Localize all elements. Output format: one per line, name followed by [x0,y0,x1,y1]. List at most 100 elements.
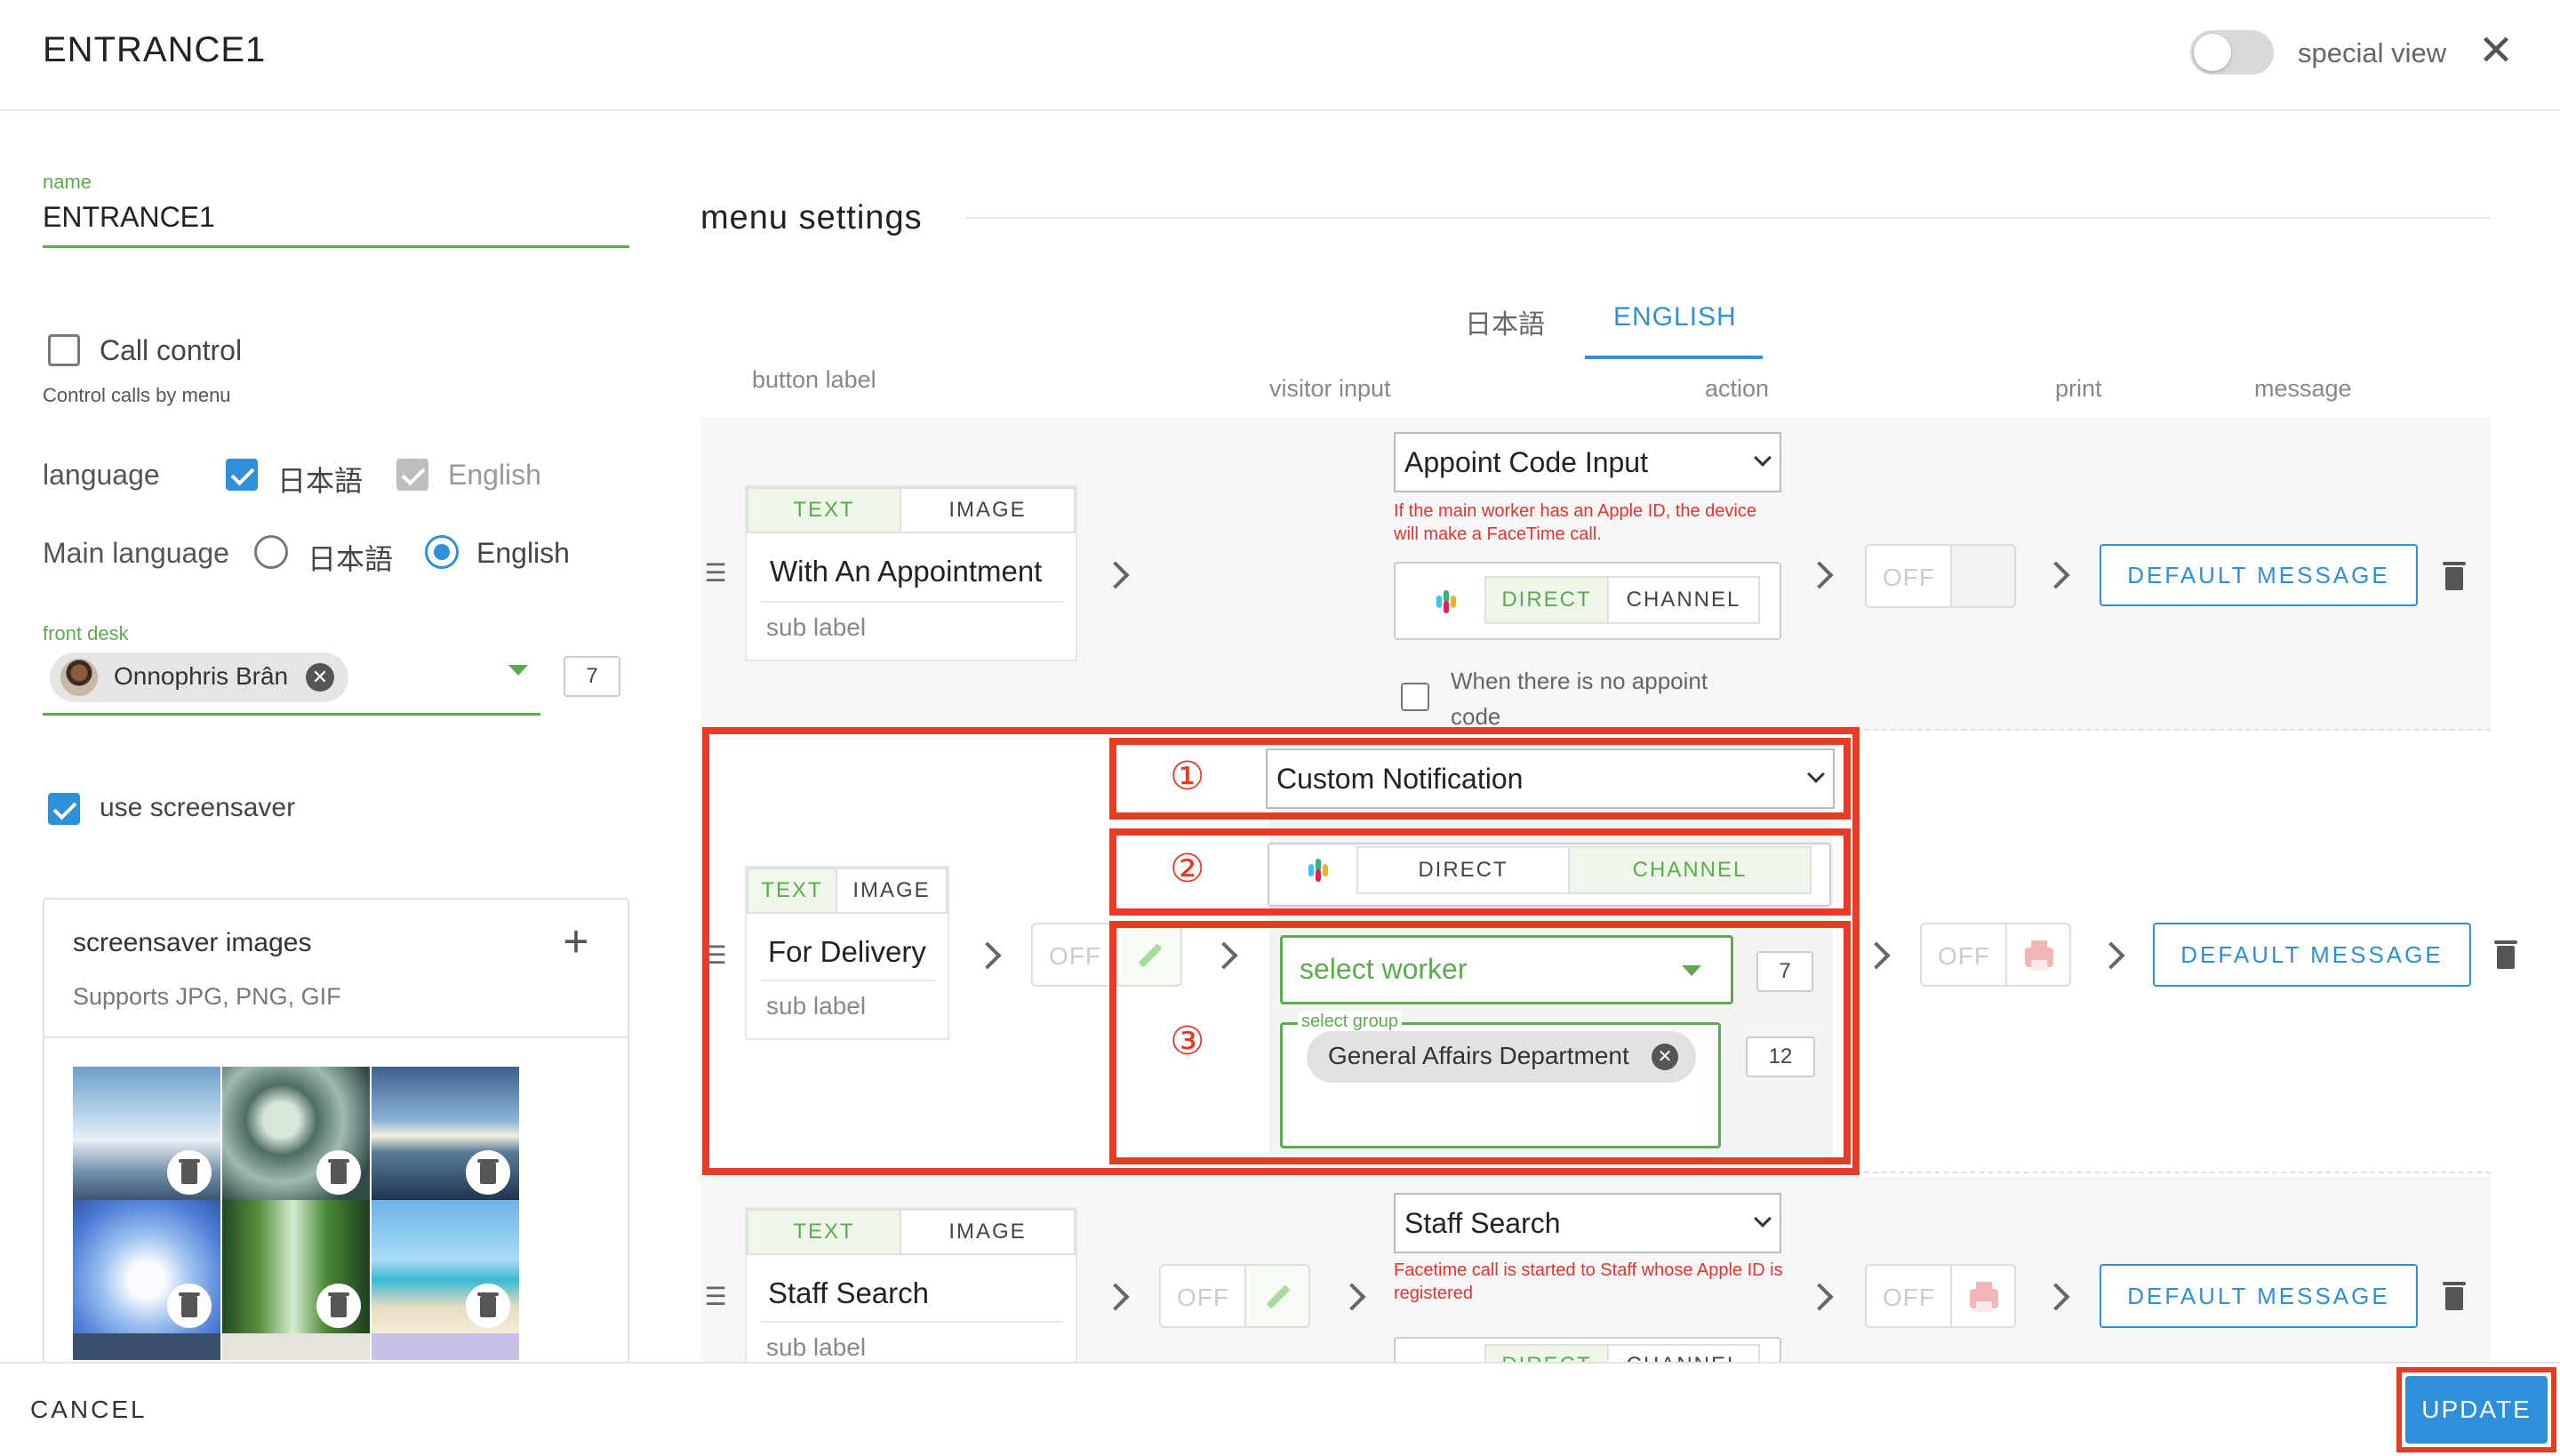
segment-image[interactable]: IMAGE [900,1209,1076,1255]
segment-image[interactable]: IMAGE [900,487,1076,533]
default-message-button[interactable]: DEFAULT MESSAGE [2100,1264,2418,1328]
trash-icon[interactable] [466,1284,510,1328]
channel-button[interactable]: CHANNEL [1607,576,1760,624]
off-label: OFF [1177,1284,1229,1311]
name-input[interactable]: ENTRANCE1 [43,201,215,234]
column-header-visitor-input: visitor input [1269,375,1391,402]
action-hint: If the main worker has an Apple ID, the … [1394,501,1756,544]
slack-icon [1433,588,1458,613]
call-control-label: Call control [100,334,243,366]
annotation-number-1: ① [1170,754,1205,799]
no-appoint-code-label: When there is no appoint code [1451,668,1708,730]
screensaver-thumbnail[interactable] [372,1200,519,1333]
printer-icon [1970,1282,1998,1312]
group-count: 12 [1746,1036,1815,1077]
tab-english[interactable]: ENGLISH [1613,302,1737,332]
screensaver-thumbnail[interactable] [73,1333,220,1360]
cancel-button[interactable]: CANCEL [30,1396,148,1424]
print-off-toggle[interactable]: OFF [1865,1264,2016,1328]
screensaver-thumbnail[interactable] [372,1333,519,1360]
direct-button[interactable]: DIRECT [1484,576,1609,624]
use-screensaver-checkbox[interactable] [48,793,80,825]
screensaver-thumbnail[interactable] [222,1067,370,1200]
name-field-label: name [43,171,92,193]
action-select-value: Custom Notification [1276,763,1524,795]
print-off-toggle[interactable]: OFF [1865,544,2016,608]
main-language-en-radio[interactable] [425,535,459,569]
toggle-knob [2194,34,2231,71]
button-label-input[interactable]: With An Appointment [770,555,1060,588]
screensaver-thumbnail[interactable] [73,1067,220,1200]
tab-japanese[interactable]: 日本語 [1465,302,1545,341]
print-off-toggle[interactable]: OFF [1920,923,2071,987]
language-ja-checkbox[interactable] [226,459,258,491]
select-worker-placeholder: select worker [1300,953,1468,985]
delete-row-icon[interactable] [2443,1280,2466,1310]
segment-text[interactable]: TEXT [747,487,901,533]
use-screensaver-label: use screensaver [100,793,296,822]
remove-chip-icon[interactable]: ✕ [306,663,334,692]
update-button[interactable]: UPDATE [2405,1376,2548,1444]
action-select[interactable]: Appoint Code Input [1394,432,1781,492]
direct-button[interactable]: DIRECT [1356,846,1570,894]
front-desk-person-name: Onnophris Brân [114,662,289,690]
chevron-down-icon [1807,765,1825,783]
default-message-button[interactable]: DEFAULT MESSAGE [2100,544,2418,606]
menu-title-line [965,217,2491,219]
group-chip-label: General Affairs Department [1328,1042,1629,1069]
add-image-icon[interactable]: + [558,916,594,967]
sub-label-input[interactable]: sub label [766,1333,866,1362]
special-view-toggle[interactable] [2190,30,2274,75]
segment-text[interactable]: TEXT [747,1209,901,1255]
language-ja-label: 日本語 [277,465,364,497]
main-language-ja-radio[interactable] [254,535,288,569]
delete-row-icon[interactable] [2443,560,2466,590]
language-en-checkbox[interactable] [396,459,428,491]
button-label-input[interactable]: Staff Search [768,1276,1058,1310]
screensaver-thumbnail[interactable] [222,1200,370,1333]
language-label: language [43,459,160,491]
slack-icon [1305,857,1330,882]
trash-icon[interactable] [167,1284,212,1328]
delete-row-icon[interactable] [2494,939,2517,969]
front-desk-label: front desk [43,622,129,644]
column-header-message: message [2254,375,2352,402]
annotation-number-3: ③ [1170,1019,1205,1064]
close-icon[interactable]: ✕ [2475,30,2517,73]
screensaver-thumbnail[interactable] [372,1067,519,1200]
action-select[interactable]: Custom Notification [1266,748,1835,809]
dropdown-caret-icon[interactable] [508,665,528,676]
front-desk-count: 7 [564,656,620,697]
off-label: OFF [1883,564,1935,591]
language-en-label: English [448,459,541,491]
visitor-input-off-toggle[interactable]: OFF [1159,1264,1310,1328]
dropdown-caret-icon[interactable] [1682,965,1701,976]
channel-button[interactable]: CHANNEL [1568,846,1812,894]
trash-icon[interactable] [316,1284,361,1328]
trash-icon[interactable] [316,1150,361,1195]
sub-label-input[interactable]: sub label [766,613,866,642]
toggle-right [2005,924,2069,985]
call-control-description: Control calls by menu [43,384,231,406]
drag-handle-icon[interactable]: ☰ [702,1282,729,1311]
select-group-label: select group [1298,1012,1402,1032]
action-hint: Facetime call is started to Staff whose … [1394,1260,1783,1303]
label-separator [761,1321,1063,1323]
screensaver-thumbnail[interactable] [222,1333,370,1360]
no-appoint-code-checkbox[interactable] [1401,683,1429,711]
menu-settings-title: menu settings [700,199,923,236]
call-control-checkbox[interactable] [48,334,80,366]
trash-icon[interactable] [167,1150,212,1195]
action-select[interactable]: Staff Search [1394,1193,1781,1253]
remove-chip-icon[interactable]: ✕ [1652,1044,1678,1070]
default-message-button[interactable]: DEFAULT MESSAGE [2153,923,2471,987]
screensaver-thumbnail[interactable] [73,1200,220,1333]
column-header-print: print [2055,375,2102,402]
drag-handle-icon[interactable]: ☰ [702,558,729,588]
trash-icon[interactable] [466,1150,510,1195]
dialog-title: ENTRANCE1 [43,30,267,69]
off-label: OFF [1938,942,1990,970]
main-language-ja-label: 日本語 [308,543,394,575]
off-label: OFF [1883,1284,1935,1311]
avatar [60,659,98,696]
